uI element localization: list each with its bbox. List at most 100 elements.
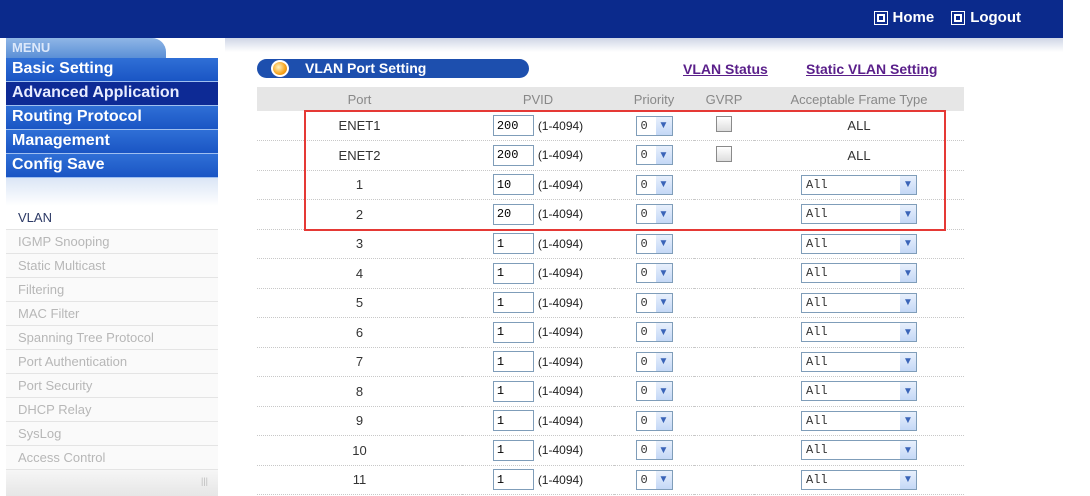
pvid-input[interactable] — [492, 203, 534, 225]
gvrp-cell — [694, 140, 754, 171]
aft-select[interactable]: All ▼ — [801, 292, 917, 313]
menu-footer — [6, 178, 218, 206]
pvid-input[interactable] — [492, 174, 534, 196]
vlan-status-link[interactable]: VLAN Status — [683, 61, 768, 77]
menu-item-advanced-application[interactable]: Advanced Application — [6, 82, 218, 106]
pvid-input[interactable] — [492, 321, 534, 343]
aft-select[interactable]: All ▼ — [801, 263, 917, 284]
title-bullet-icon — [271, 60, 289, 77]
submenu-item-vlan[interactable]: VLAN — [6, 206, 218, 230]
priority-select[interactable]: 0 ▼ — [635, 440, 673, 461]
logout-link[interactable]: Logout — [951, 9, 1021, 26]
pvid-input[interactable] — [492, 292, 534, 314]
chevron-down-icon: ▼ — [655, 205, 672, 224]
table-row: 7(1-4094) 0▼ All▼ — [257, 347, 964, 377]
pvid-input[interactable] — [492, 410, 534, 432]
pvid-input[interactable] — [492, 351, 534, 373]
priority-select[interactable]: 0 ▼ — [635, 174, 673, 195]
submenu-item-filtering[interactable]: Filtering — [6, 278, 218, 302]
submenu-item-spanning-tree[interactable]: Spanning Tree Protocol — [6, 326, 218, 350]
priority-select[interactable]: 0 ▼ — [635, 322, 673, 343]
chevron-down-icon: ▼ — [900, 352, 916, 371]
chevron-down-icon: ▼ — [655, 264, 672, 283]
aft-select[interactable]: All ▼ — [801, 322, 917, 343]
pvid-input[interactable] — [492, 262, 534, 284]
aft-value: All — [806, 325, 828, 340]
chevron-down-icon: ▼ — [655, 441, 672, 460]
aft-cell: ALL — [754, 111, 964, 141]
submenu-item-port-security[interactable]: Port Security — [6, 374, 218, 398]
pvid-input[interactable] — [492, 380, 534, 402]
priority-select[interactable]: 0 ▼ — [635, 233, 673, 254]
aft-select[interactable]: All ▼ — [801, 233, 917, 254]
static-vlan-setting-link[interactable]: Static VLAN Setting — [806, 61, 937, 77]
priority-select[interactable]: 0 ▼ — [635, 263, 673, 284]
header-shadow — [225, 38, 1063, 52]
priority-select[interactable]: 0 ▼ — [635, 469, 673, 490]
submenu-item-mac-filter[interactable]: MAC Filter — [6, 302, 218, 326]
submenu-item-dhcp-relay[interactable]: DHCP Relay — [6, 398, 218, 422]
aft-select[interactable]: All ▼ — [801, 351, 917, 372]
priority-select[interactable]: 0 ▼ — [635, 115, 673, 136]
menu-item-routing-protocol[interactable]: Routing Protocol — [6, 106, 218, 130]
aft-select[interactable]: All ▼ — [801, 204, 917, 225]
pvid-range: (1-4094) — [537, 118, 584, 133]
scroll-grip-icon[interactable]: ||| — [201, 476, 208, 486]
pvid-input[interactable] — [492, 115, 534, 136]
home-link[interactable]: Home — [873, 9, 934, 26]
table-row: 9(1-4094)0▼All▼ — [257, 406, 964, 436]
pvid-cell: (1-4094) — [462, 347, 614, 377]
menu-item-management[interactable]: Management — [6, 130, 218, 154]
table-row: 5(1-4094)0▼All▼ — [257, 288, 964, 318]
menu-item-basic-setting[interactable]: Basic Setting — [6, 58, 218, 82]
pvid-range: (1-4094) — [537, 384, 584, 399]
submenu-item-igmp-snooping[interactable]: IGMP Snooping — [6, 230, 218, 254]
submenu-item-access-control[interactable]: Access Control — [6, 446, 218, 470]
priority-cell: 0 ▼ — [614, 199, 694, 230]
aft-select[interactable]: All ▼ — [801, 381, 917, 402]
priority-select[interactable]: 0 ▼ — [635, 145, 673, 166]
aft-cell: All ▼ — [754, 288, 964, 318]
aft-select[interactable]: All ▼ — [801, 410, 917, 431]
pvid-cell: (1-4094) — [462, 229, 614, 259]
menu-heading: MENU — [6, 38, 166, 58]
aft-cell: All ▼ — [754, 347, 964, 377]
aft-cell: All ▼ — [754, 406, 964, 436]
pvid-range: (1-4094) — [537, 207, 584, 222]
aft-select[interactable]: All ▼ — [801, 174, 917, 195]
pvid-input[interactable] — [492, 233, 534, 255]
priority-select[interactable]: 0 ▼ — [635, 410, 673, 431]
pvid-input[interactable] — [492, 469, 534, 491]
port-cell: 3 — [257, 229, 462, 259]
pvid-input[interactable] — [492, 144, 534, 166]
aft-select[interactable]: All ▼ — [801, 469, 917, 490]
submenu-item-syslog[interactable]: SysLog — [6, 422, 218, 446]
port-cell: 7 — [257, 347, 462, 377]
submenu: VLAN IGMP Snooping Static Multicast Filt… — [6, 206, 218, 470]
port-cell: 2 — [257, 199, 462, 230]
table-body: ENET1(1-4094)0▼ALLENET2(1-4094)0▼ALL1(1-… — [257, 111, 964, 495]
title-row: VLAN Port Setting VLAN Status Static VLA… — [257, 58, 964, 80]
aft-value: All — [806, 443, 828, 458]
priority-select[interactable]: 0 ▼ — [635, 351, 673, 372]
priority-cell: 0 ▼ — [614, 229, 694, 259]
priority-select[interactable]: 0 ▼ — [635, 381, 673, 402]
submenu-item-port-authentication[interactable]: Port Authentication — [6, 350, 218, 374]
pvid-input[interactable] — [492, 439, 534, 461]
sidebar: MENU Basic Setting Advanced Application … — [6, 38, 218, 496]
chevron-down-icon: ▼ — [900, 175, 916, 194]
page-title: VLAN Port Setting — [257, 59, 529, 78]
aft-cell: ALL — [754, 140, 964, 171]
gvrp-cell — [694, 435, 754, 466]
priority-select[interactable]: 0 ▼ — [635, 204, 673, 225]
table-row: 6(1-4094)0▼All▼ — [257, 317, 964, 348]
gvrp-checkbox[interactable] — [716, 145, 732, 162]
menu-item-config-save[interactable]: Config Save — [6, 154, 218, 178]
pvid-cell: (1-4094) — [462, 140, 614, 171]
port-cell: 4 — [257, 258, 462, 289]
port-cell: 6 — [257, 317, 462, 348]
submenu-item-static-multicast[interactable]: Static Multicast — [6, 254, 218, 278]
gvrp-checkbox[interactable] — [716, 116, 732, 132]
priority-select[interactable]: 0 ▼ — [635, 292, 673, 313]
aft-select[interactable]: All ▼ — [801, 440, 917, 461]
